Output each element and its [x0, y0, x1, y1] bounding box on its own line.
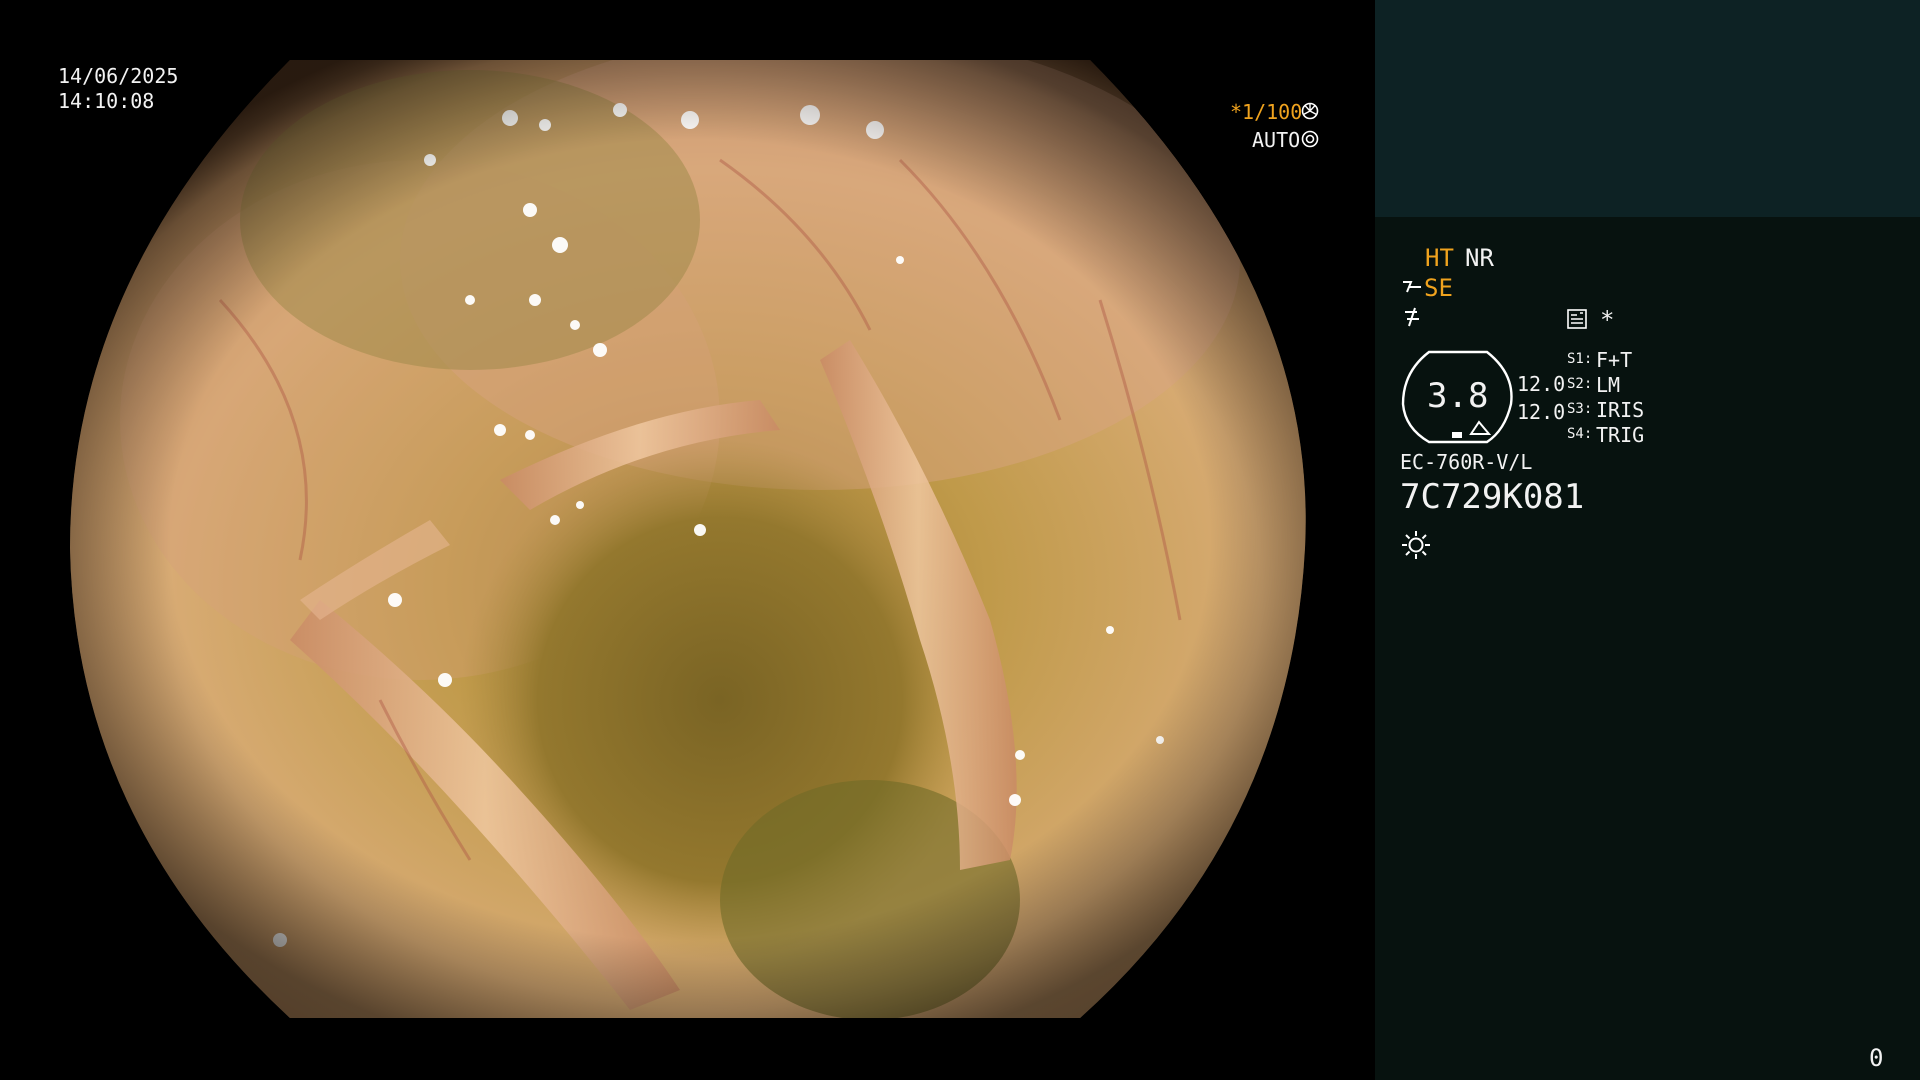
ht-label: HT [1425, 244, 1454, 272]
frame-counter: 0 [1869, 1044, 1884, 1072]
endoscopic-image [70, 60, 1306, 1018]
iris-mode-label: AUTO [1252, 128, 1301, 152]
gamma-icon [1405, 307, 1419, 327]
switch-key: S2: [1567, 376, 1593, 392]
switch-value: IRIS [1596, 398, 1645, 422]
switch-key: S3: [1567, 401, 1593, 417]
se-label: SE [1424, 274, 1453, 302]
shutter-label: *1/100 [1230, 100, 1303, 124]
value-2: 12.0 [1517, 400, 1566, 424]
endoscope-view: 14/06/2025 14:10:08 *1/100 AUTO [0, 0, 1375, 1080]
switch-value: F+T [1596, 348, 1633, 372]
panel-header-area [1375, 0, 1920, 217]
asterisk-label: * [1600, 306, 1615, 334]
switch-value: TRIG [1596, 423, 1645, 447]
sun-icon [1402, 531, 1430, 559]
zoom-value: 3.8 [1427, 376, 1489, 416]
nr-label: NR [1465, 244, 1494, 272]
switch-value: LM [1596, 373, 1621, 397]
value-1: 12.0 [1517, 372, 1566, 396]
scope-serial-label: 7C729K081 [1400, 477, 1585, 517]
switch-key: S1: [1567, 351, 1593, 367]
iris-icon [1301, 130, 1319, 148]
time-label: 14:10:08 [58, 89, 155, 113]
scope-model-label: EC-760R-V/L [1400, 450, 1533, 474]
structure-enhance-icon [1403, 281, 1421, 293]
info-panel: HT NR SE * 3.8 12.0 12.0 S1: F+T S2: LM … [1375, 0, 1920, 1080]
aperture-icon [1301, 102, 1319, 120]
memo-icon [1567, 309, 1587, 329]
switch-key: S4: [1567, 426, 1593, 442]
date-label: 14/06/2025 [58, 64, 179, 88]
